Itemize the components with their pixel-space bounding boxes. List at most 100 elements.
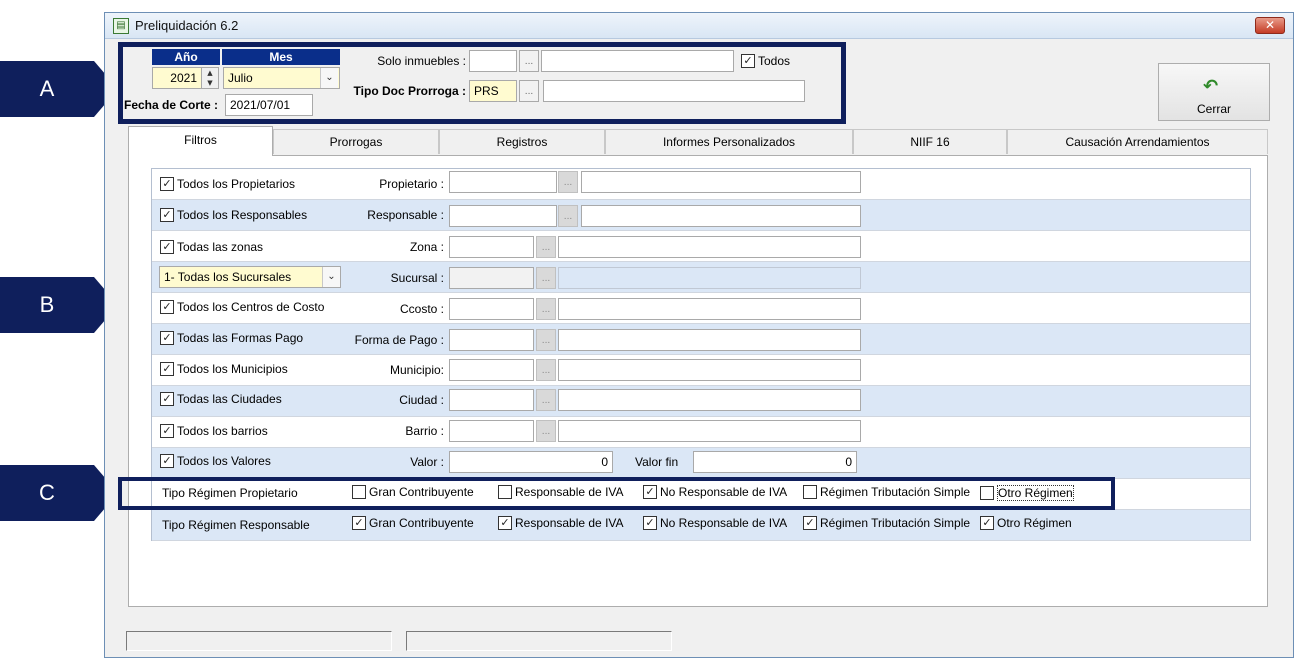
sucursales-select[interactable]: 1- Todas los Sucursales: [159, 266, 341, 288]
todos-municipios-checkbox[interactable]: ✓ Todos los Municipios: [160, 362, 288, 376]
municipio-code-field[interactable]: [449, 359, 534, 381]
tab-informes-personalizados[interactable]: Informes Personalizados: [605, 129, 853, 154]
responsable-code-field[interactable]: [449, 205, 557, 227]
barrio-code-field[interactable]: [449, 420, 534, 442]
checkmark-icon: ✓: [160, 362, 174, 376]
propietario-lookup-button[interactable]: ...: [558, 171, 578, 193]
checkbox-label: Otro Régimen: [997, 516, 1072, 530]
todos-responsables-checkbox[interactable]: ✓ Todos los Responsables: [160, 208, 307, 222]
tab-label: Registros: [496, 135, 548, 149]
forma-pago-code-field[interactable]: [449, 329, 534, 351]
tab-label: Filtros: [184, 133, 217, 147]
status-panel-2: [406, 631, 672, 651]
ccosto-lookup-button[interactable]: ...: [536, 298, 556, 320]
todas-formas-pago-checkbox[interactable]: ✓ Todas las Formas Pago: [160, 331, 303, 345]
window-close-button[interactable]: ✕: [1255, 17, 1285, 34]
todos-centros-costo-checkbox[interactable]: ✓ Todos los Centros de Costo: [160, 300, 324, 314]
municipio-name-field[interactable]: [558, 359, 861, 381]
checkbox-label: Gran Contribuyente: [369, 516, 474, 530]
checkbox-label: Todas las zonas: [177, 240, 264, 254]
resp-gran-contribuyente-checkbox[interactable]: ✓ Gran Contribuyente: [352, 516, 474, 530]
checkbox-label: Todos los Valores: [177, 454, 271, 468]
tab-label: Causación Arrendamientos: [1065, 135, 1210, 149]
sucursal-name-field[interactable]: [558, 267, 861, 289]
ccosto-name-field[interactable]: [558, 298, 861, 320]
sucursal-lookup-button[interactable]: ...: [536, 267, 556, 289]
checkmark-icon: ✓: [160, 392, 174, 406]
responsable-lookup-button[interactable]: ...: [558, 205, 578, 227]
barrio-lookup-button[interactable]: ...: [536, 420, 556, 442]
responsable-name-field[interactable]: [581, 205, 861, 227]
tab-causacion-arrendamientos[interactable]: Causación Arrendamientos: [1007, 129, 1268, 154]
tab-filtros[interactable]: Filtros: [128, 126, 273, 156]
ccosto-code-field[interactable]: [449, 298, 534, 320]
tab-niif-16[interactable]: NIIF 16: [853, 129, 1007, 154]
resp-regimen-simple-checkbox[interactable]: ✓ Régimen Tributación Simple: [803, 516, 970, 530]
forma-pago-lookup-button[interactable]: ...: [536, 329, 556, 351]
title-bar[interactable]: ▤ Preliquidación 6.2 ✕: [105, 13, 1293, 39]
zona-lookup-button[interactable]: ...: [536, 236, 556, 258]
tab-label: Informes Personalizados: [662, 135, 796, 149]
checkmark-icon: ✓: [160, 240, 174, 254]
zona-code-field[interactable]: [449, 236, 534, 258]
checkbox-label: Responsable de IVA: [515, 516, 624, 530]
checkmark-icon: ✓: [160, 177, 174, 191]
municipio-lookup-button[interactable]: ...: [536, 359, 556, 381]
resp-responsable-iva-checkbox[interactable]: ✓ Responsable de IVA: [498, 516, 624, 530]
checkmark-icon: ✓: [643, 516, 657, 530]
forma-pago-name-field[interactable]: [558, 329, 861, 351]
propietario-name-field[interactable]: [581, 171, 861, 193]
responsable-label: Responsable :: [367, 208, 444, 222]
callout-b-label: B: [0, 277, 94, 333]
tab-label: Prorrogas: [329, 135, 383, 149]
cerrar-label: Cerrar: [1196, 102, 1231, 116]
barrio-name-field[interactable]: [558, 420, 861, 442]
valor-fin-field[interactable]: 0: [693, 451, 857, 473]
ciudad-lookup-button[interactable]: ...: [536, 389, 556, 411]
tab-prorrogas[interactable]: Prorrogas: [273, 129, 439, 154]
resp-otro-regimen-checkbox[interactable]: ✓ Otro Régimen: [980, 516, 1072, 530]
checkmark-icon: ✓: [160, 424, 174, 438]
checkbox-label: Régimen Tributación Simple: [820, 516, 971, 530]
propietario-code-field[interactable]: [449, 171, 557, 193]
header-highlight-frame: [118, 42, 846, 124]
checkbox-label: Todos los Responsables: [177, 208, 308, 222]
valor-inicial-field[interactable]: 0: [449, 451, 613, 473]
sucursal-code-field[interactable]: [449, 267, 534, 289]
checkbox-label: Todas las Ciudades: [177, 392, 282, 406]
cerrar-button[interactable]: ↶ Cerrar: [1158, 63, 1270, 121]
todos-valores-checkbox[interactable]: ✓ Todos los Valores: [160, 454, 271, 468]
checkmark-icon: ✓: [803, 516, 817, 530]
propietario-label: Propietario :: [379, 177, 444, 191]
zona-label: Zona :: [409, 240, 444, 254]
status-panel-1: [126, 631, 392, 651]
valor-fin-label: Valor fin: [635, 455, 679, 469]
ciudad-label: Ciudad :: [399, 393, 444, 407]
callout-a-label: A: [0, 61, 94, 117]
todos-propietarios-checkbox[interactable]: ✓ Todos los Propietarios: [160, 177, 295, 191]
todas-zonas-checkbox[interactable]: ✓ Todas las zonas: [160, 240, 263, 254]
checkmark-icon: ✓: [160, 454, 174, 468]
undo-arrow-icon: ↶: [1203, 76, 1219, 97]
ciudad-code-field[interactable]: [449, 389, 534, 411]
checkbox-label: Todos los Centros de Costo: [177, 300, 325, 314]
forma-pago-label: Forma de Pago :: [354, 333, 444, 347]
tab-registros[interactable]: Registros: [439, 129, 605, 154]
barrio-label: Barrio :: [405, 424, 444, 438]
checkmark-icon: ✓: [160, 208, 174, 222]
regimen-highlight-frame: [118, 477, 1115, 510]
zona-name-field[interactable]: [558, 236, 861, 258]
todos-barrios-checkbox[interactable]: ✓ Todos los barrios: [160, 424, 268, 438]
valor-label: Valor :: [410, 455, 444, 469]
window-title: Preliquidación 6.2: [135, 18, 239, 33]
checkmark-icon: ✓: [352, 516, 366, 530]
chevron-down-icon[interactable]: ⌄: [322, 267, 340, 287]
todas-ciudades-checkbox[interactable]: ✓ Todas las Ciudades: [160, 392, 282, 406]
resp-no-responsable-iva-checkbox[interactable]: ✓ No Responsable de IVA: [643, 516, 787, 530]
checkbox-label: Todos los Propietarios: [177, 177, 296, 191]
checkbox-label: No Responsable de IVA: [660, 516, 788, 530]
checkmark-icon: ✓: [160, 331, 174, 345]
ciudad-name-field[interactable]: [558, 389, 861, 411]
sucursal-label: Sucursal :: [390, 271, 444, 285]
checkbox-label: Todos los Municipios: [177, 362, 288, 376]
